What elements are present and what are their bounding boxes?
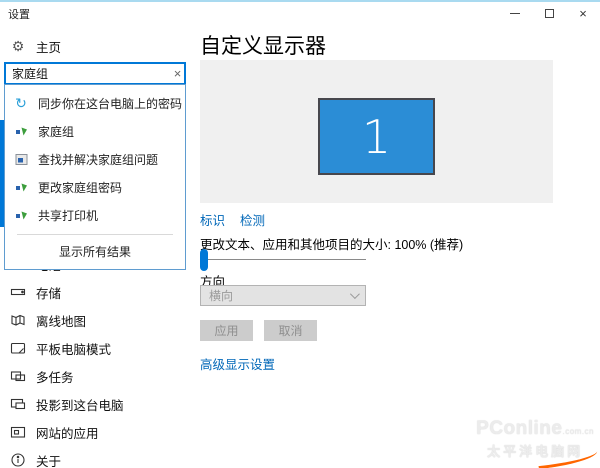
sidebar-item-label: 平板电脑模式	[36, 339, 111, 358]
sidebar-item-label: 网站的应用	[36, 423, 99, 442]
scale-slider[interactable]	[200, 248, 366, 272]
search-result-label: 查找并解决家庭组问题	[38, 151, 158, 168]
sidebar-item-tablet-mode[interactable]: 平板电脑模式	[0, 334, 196, 362]
clear-search-icon[interactable]: ×	[171, 66, 184, 81]
chevron-down-icon	[350, 289, 360, 299]
sidebar-item-label: 多任务	[36, 367, 74, 386]
search-result-share-printers[interactable]: 共享打印机	[5, 201, 185, 229]
monitor-1-preview[interactable]: 1	[318, 98, 435, 175]
maximize-button[interactable]	[532, 2, 566, 24]
page-title: 自定义显示器	[200, 30, 326, 60]
sidebar-item-label: 存储	[36, 283, 61, 302]
sidebar-item-label: 主页	[36, 37, 61, 56]
search-results-dropdown: ↻ 同步你在这台电脑上的密码 家庭组 查找并解决家庭组问题 更改家庭组密码	[4, 84, 186, 270]
identify-detect-links: 标识 检测	[200, 210, 265, 229]
sidebar-item-apps-for-websites[interactable]: 网站的应用	[0, 418, 196, 446]
sidebar-item-home[interactable]: ⚙ 主页	[0, 32, 196, 60]
gear-icon: ⚙	[10, 38, 26, 55]
action-buttons: 应用 取消	[200, 320, 317, 341]
main-content: 自定义显示器 1 标识 检测 更改文本、应用和其他项目的大小: 100% (推荐…	[200, 24, 600, 468]
search-result-change-homegroup-password[interactable]: 更改家庭组密码	[5, 173, 185, 201]
search-result-homegroup[interactable]: 家庭组	[5, 117, 185, 145]
selected-page-accent-bar	[0, 120, 4, 227]
sidebar-item-label: 关于	[36, 451, 61, 468]
show-all-results[interactable]: 显示所有结果	[5, 235, 185, 269]
detect-link[interactable]: 检测	[240, 210, 265, 229]
homegroup-icon	[14, 124, 28, 138]
search-result-label: 更改家庭组密码	[38, 179, 122, 196]
sidebar: ⚙ 主页 × ↻ 同步你在这台电脑上的密码 家庭组 查找并	[0, 24, 196, 468]
search-result-label: 家庭组	[38, 123, 74, 140]
sidebar-item-label: 投影到这台电脑	[36, 395, 124, 414]
project-icon	[10, 396, 26, 412]
close-button[interactable]: ×	[566, 2, 600, 24]
apply-button[interactable]: 应用	[200, 320, 253, 341]
identify-link[interactable]: 标识	[200, 210, 225, 229]
minimize-icon	[510, 13, 520, 14]
sidebar-item-projecting[interactable]: 投影到这台电脑	[0, 390, 196, 418]
sidebar-item-offline-maps[interactable]: 离线地图	[0, 306, 196, 334]
search-result-label: 同步你在这台电脑上的密码	[38, 95, 182, 112]
sidebar-item-multitasking[interactable]: 多任务	[0, 362, 196, 390]
offline-maps-icon	[10, 312, 26, 328]
window-title: 设置	[8, 6, 30, 22]
sidebar-item-about[interactable]: 关于	[0, 446, 196, 468]
homegroup-icon	[14, 208, 28, 222]
storage-icon	[10, 284, 26, 300]
tablet-mode-icon	[10, 340, 26, 356]
window-controls: ×	[498, 2, 600, 24]
sidebar-item-label: 离线地图	[36, 311, 86, 330]
close-icon: ×	[579, 7, 587, 20]
maximize-icon	[545, 9, 554, 18]
search-result-troubleshoot-homegroup[interactable]: 查找并解决家庭组问题	[5, 145, 185, 173]
troubleshoot-icon	[14, 152, 28, 166]
cancel-button[interactable]: 取消	[264, 320, 317, 341]
about-icon	[10, 452, 26, 468]
settings-window: 设置 × ⚙ 主页 × ↻ 同步你在这台电脑上的密码 家	[0, 0, 600, 468]
search-result-sync-passwords[interactable]: ↻ 同步你在这台电脑上的密码	[5, 89, 185, 117]
sync-icon: ↻	[14, 96, 28, 110]
monitor-number: 1	[362, 110, 391, 164]
search-result-label: 共享打印机	[38, 207, 98, 224]
search-box: ×	[4, 62, 186, 85]
sidebar-item-storage[interactable]: 存储	[0, 278, 196, 306]
orientation-selected-value: 横向	[209, 287, 350, 304]
titlebar: 设置 ×	[0, 2, 600, 24]
slider-track[interactable]	[200, 259, 366, 260]
slider-thumb[interactable]	[200, 249, 208, 271]
minimize-button[interactable]	[498, 2, 532, 24]
homegroup-icon	[14, 180, 28, 194]
display-preview-area: 1	[200, 60, 553, 203]
apps-websites-icon	[10, 424, 26, 440]
search-input[interactable]	[6, 67, 171, 81]
multitasking-icon	[10, 368, 26, 384]
advanced-display-settings-link[interactable]: 高级显示设置	[200, 354, 275, 373]
orientation-dropdown[interactable]: 横向	[200, 285, 366, 306]
